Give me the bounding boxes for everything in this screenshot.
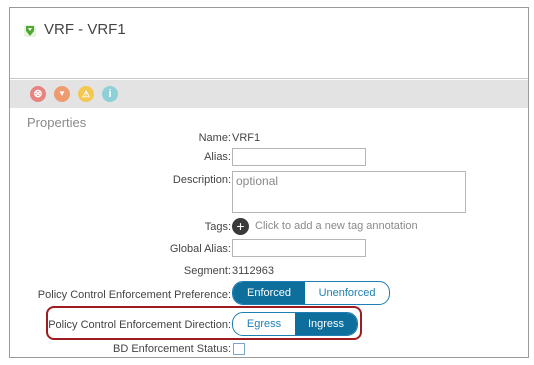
bd-enforcement-checkbox[interactable] xyxy=(233,343,245,355)
enforcement-direction-toggle: Egress Ingress xyxy=(232,312,358,336)
global-alias-label: Global Alias: xyxy=(169,243,231,255)
vrf-properties-panel: VRF - VRF1 ⊗ ▼ ⚠ i Properties Name: VRF1… xyxy=(9,7,529,358)
description-label: Description: xyxy=(172,174,231,186)
minor-fault-icon[interactable]: ⚠ xyxy=(78,86,94,102)
enforcement-direction-label: Policy Control Enforcement Direction: xyxy=(48,319,231,331)
segment-value: 3112963 xyxy=(232,265,275,277)
ingress-option[interactable]: Ingress xyxy=(295,313,357,335)
section-title: Properties xyxy=(27,115,87,130)
name-value: VRF1 xyxy=(232,132,261,144)
unenforced-option[interactable]: Unenforced xyxy=(305,282,389,304)
egress-option[interactable]: Egress xyxy=(233,313,295,335)
alias-input[interactable] xyxy=(232,148,366,166)
alias-label: Alias: xyxy=(204,151,231,163)
enforcement-preference-toggle: Enforced Unenforced xyxy=(232,281,390,305)
critical-fault-icon[interactable]: ⊗ xyxy=(30,86,46,102)
title-bar: VRF - VRF1 xyxy=(10,8,528,68)
enforcement-preference-label: Policy Control Enforcement Preference: xyxy=(37,289,231,301)
fault-summary-bar: ⊗ ▼ ⚠ i xyxy=(10,80,528,108)
divider xyxy=(10,78,528,79)
warning-fault-icon[interactable]: i xyxy=(102,86,118,102)
name-label: Name: xyxy=(198,132,231,144)
add-tag-icon[interactable]: + xyxy=(232,218,249,235)
page-title: VRF - VRF1 xyxy=(44,21,126,38)
tags-hint[interactable]: Click to add a new tag annotation xyxy=(255,220,418,232)
tags-label: Tags: xyxy=(204,221,231,233)
major-fault-icon[interactable]: ▼ xyxy=(54,86,70,102)
bd-enforcement-label: BD Enforcement Status: xyxy=(113,343,231,355)
vrf-shield-icon xyxy=(24,25,36,37)
global-alias-input[interactable] xyxy=(232,239,366,257)
enforced-option[interactable]: Enforced xyxy=(233,282,305,304)
description-textarea[interactable]: optional xyxy=(232,171,466,213)
segment-label: Segment: xyxy=(183,265,231,277)
